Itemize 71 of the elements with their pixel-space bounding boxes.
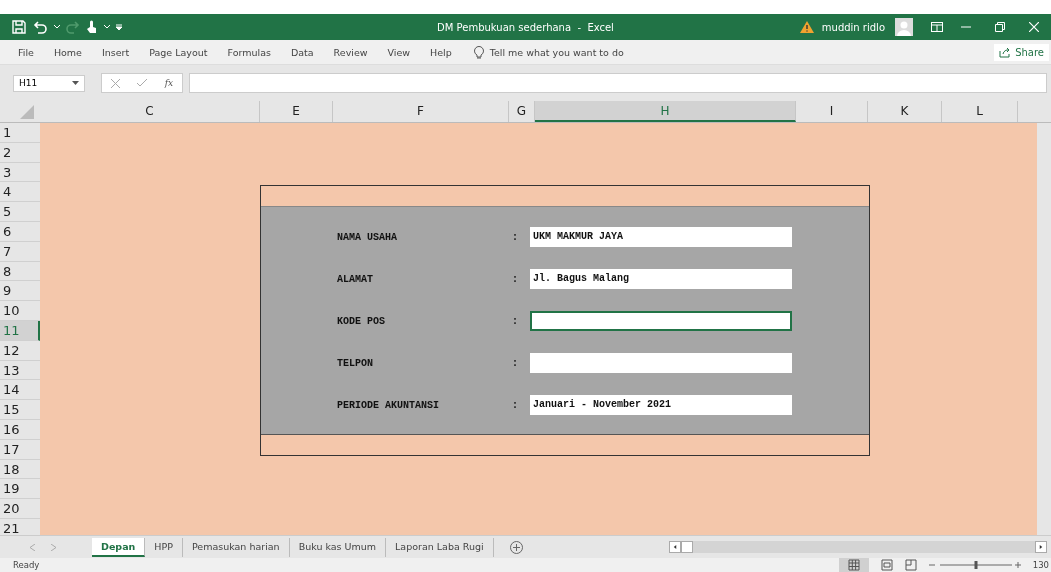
share-icon <box>999 46 1012 58</box>
sheet-tab[interactable]: HPP <box>145 537 183 557</box>
warning-icon <box>799 21 814 33</box>
zoom-slider[interactable] <box>928 560 1021 570</box>
sheet-tab[interactable]: Pemasukan harian <box>182 537 290 557</box>
sheet-tab[interactable]: Buku kas Umum <box>289 537 387 557</box>
ribbon-tab[interactable]: Insert <box>91 46 140 58</box>
field-label: PERIODE AKUNTANSI <box>337 399 441 411</box>
scroll-right-button[interactable] <box>1035 541 1047 553</box>
colon: : <box>512 231 519 243</box>
column-header[interactable]: H <box>535 101 796 122</box>
column-header[interactable]: L <box>942 101 1018 122</box>
field-label: KODE POS <box>337 315 386 327</box>
normal-view-icon[interactable] <box>838 558 869 572</box>
input-cell[interactable]: Januari - November 2021 <box>530 395 792 415</box>
input-cell[interactable]: Jl. Bagus Malang <box>530 269 792 289</box>
ribbon-tab[interactable]: Review <box>323 46 378 58</box>
slider-thumb[interactable] <box>974 561 978 569</box>
caret-icon[interactable] <box>104 25 110 29</box>
add-sheet-icon[interactable] <box>509 540 523 554</box>
page-layout-icon[interactable] <box>880 559 893 571</box>
caret-icon[interactable] <box>54 25 60 29</box>
vertical-scrollbar[interactable] <box>1037 123 1051 535</box>
row-header[interactable]: 11 <box>0 320 40 341</box>
status-text: Ready <box>13 560 40 570</box>
field-label: NAMA USAHA <box>337 231 398 243</box>
column-header[interactable]: K <box>868 101 942 122</box>
window-title: DM Pembukuan sederhana - Excel <box>437 21 614 33</box>
column-header[interactable]: E <box>260 101 333 122</box>
colon: : <box>512 357 519 369</box>
check-icon[interactable] <box>137 79 148 87</box>
ribbon-tab[interactable]: Home <box>43 46 92 58</box>
column-header[interactable]: C <box>40 101 260 122</box>
ribbon-tab[interactable]: File <box>8 46 44 58</box>
column-header[interactable]: I <box>796 101 868 122</box>
zoom-level[interactable]: 130 <box>1032 560 1051 570</box>
ribbon-display-icon[interactable] <box>931 22 943 32</box>
input-cell[interactable]: UKM MAKMUR JAYA <box>530 227 792 247</box>
tell-me-field[interactable]: Tell me what you want to do <box>489 46 624 58</box>
sheet-tab[interactable]: Depan <box>92 537 146 557</box>
input-cell[interactable] <box>530 353 792 373</box>
scroll-left-button[interactable] <box>669 541 681 553</box>
ribbon-tab[interactable]: Data <box>280 46 324 58</box>
customize-icon[interactable] <box>116 23 122 31</box>
ribbon-tab[interactable]: View <box>377 46 421 58</box>
close-icon[interactable] <box>1029 22 1039 32</box>
name-box[interactable]: H11 <box>13 74 85 92</box>
cancel-icon[interactable] <box>110 78 120 88</box>
colon: : <box>512 399 519 411</box>
ribbon-tab[interactable]: Formulas <box>217 46 281 58</box>
colon: : <box>512 315 519 327</box>
formula-field[interactable] <box>189 73 1047 93</box>
lightbulb-icon <box>473 45 484 59</box>
field-label: ALAMAT <box>337 273 374 285</box>
share-button[interactable]: Share <box>994 43 1049 61</box>
undo-icon[interactable] <box>32 20 48 34</box>
restore-icon[interactable] <box>995 22 1005 32</box>
touch-icon[interactable] <box>86 19 98 35</box>
user-name[interactable]: muddin ridlo <box>821 21 885 33</box>
input-cell[interactable] <box>530 311 792 331</box>
colon: : <box>512 273 519 285</box>
ribbon-tab[interactable]: Help <box>420 46 462 58</box>
ribbon-tab[interactable]: Page Layout <box>139 46 218 58</box>
sheet-tab[interactable]: Laporan Laba Rugi <box>386 537 494 557</box>
page-break-icon[interactable] <box>904 559 917 571</box>
column-header[interactable]: F <box>333 101 509 122</box>
save-icon[interactable] <box>12 20 26 34</box>
scrollbar-thumb[interactable] <box>681 541 693 553</box>
field-label: TELPON <box>337 357 374 369</box>
function-button[interactable]: fx <box>164 78 174 88</box>
horizontal-scrollbar[interactable] <box>669 541 1047 553</box>
